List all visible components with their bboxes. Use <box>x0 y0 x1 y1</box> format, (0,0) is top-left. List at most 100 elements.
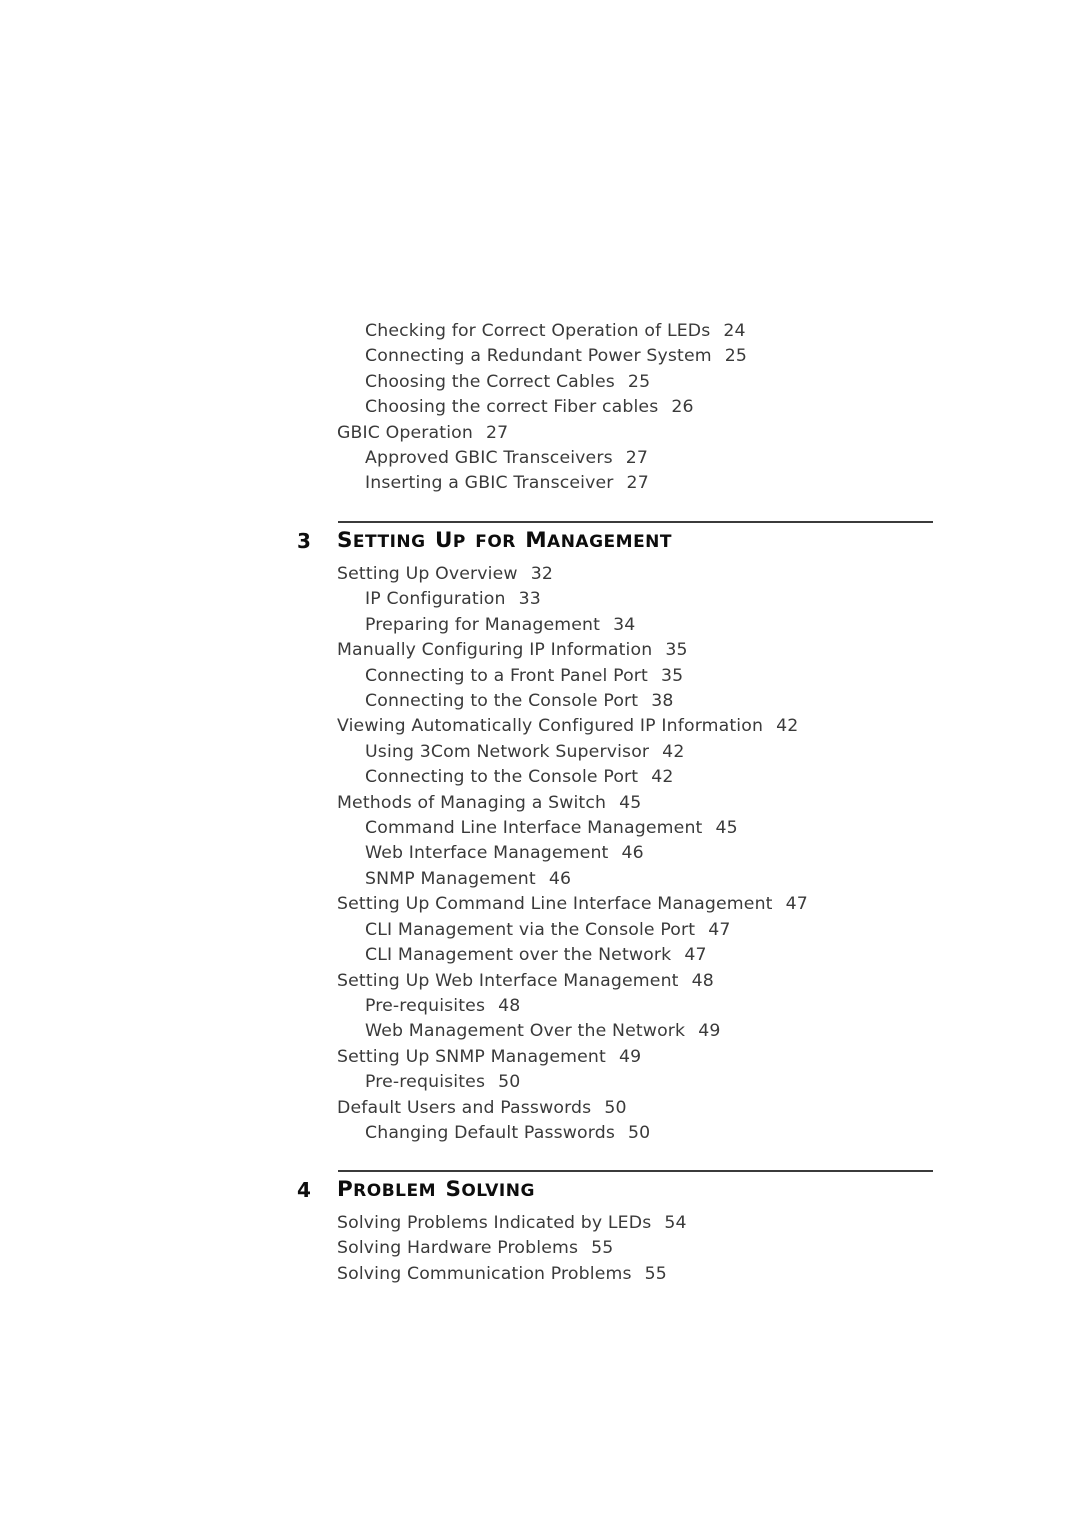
toc-entry[interactable]: Setting Up Command Line Interface Manage… <box>0 892 1080 917</box>
toc-entry-page-number: 45 <box>619 792 642 813</box>
toc-entry[interactable]: Connecting to a Front Panel Port 35 <box>0 664 1080 689</box>
toc-entry-label: Web Management Over the Network <box>365 1021 686 1042</box>
toc-entry-page-number: 46 <box>621 843 644 864</box>
toc-entry[interactable]: Setting Up SNMP Management 49 <box>0 1045 1080 1070</box>
toc-entry[interactable]: CLI Management over the Network 47 <box>0 943 1080 968</box>
toc-entry-label: Web Interface Management <box>365 843 609 864</box>
title-initial-cap: U <box>434 528 453 553</box>
toc-entry-label: Connecting to the Console Port <box>365 767 639 788</box>
toc-entry-label: Methods of Managing a Switch <box>337 792 607 813</box>
toc-entry-label: Choosing the correct Fiber cables <box>365 397 659 418</box>
toc-entry-label: Setting Up Web Interface Management <box>337 970 679 991</box>
title-small-caps: OLVING <box>461 1181 535 1201</box>
toc-entry-page-number: 45 <box>715 818 738 839</box>
toc-entry-label: Connecting to a Front Panel Port <box>365 665 648 686</box>
toc-entry[interactable]: Solving Hardware Problems 55 <box>0 1236 1080 1261</box>
toc-entry-page-number: 35 <box>660 665 684 686</box>
toc-page: Checking for Correct Operation of LEDs 24… <box>0 0 1080 1528</box>
toc-entry-label: Inserting a GBIC Transceiver <box>365 473 614 494</box>
toc-entry-page-number: 49 <box>698 1021 721 1042</box>
toc-entry-page-number: 55 <box>644 1263 667 1284</box>
title-small-caps: FOR <box>475 532 516 552</box>
title-initial-cap: S <box>445 1177 462 1202</box>
title-small-caps: ETTING <box>352 532 426 552</box>
toc-entry-label: GBIC Operation <box>337 422 474 443</box>
title-small-caps: ROBLEM <box>353 1181 437 1201</box>
toc-entry[interactable]: SNMP Management 46 <box>0 867 1080 892</box>
toc-entry-label: Setting Up Command Line Interface Manage… <box>337 894 773 915</box>
toc-entry[interactable]: Web Interface Management 46 <box>0 841 1080 866</box>
toc-entry-page-number: 33 <box>518 589 541 610</box>
toc-entry-label: SNMP Management <box>365 868 536 889</box>
toc-entry-label: Preparing for Management <box>365 614 601 635</box>
toc-entry-page-number: 35 <box>665 640 688 661</box>
toc-entry[interactable]: Manually Configuring IP Information 35 <box>0 638 1080 663</box>
title-small-caps: P <box>452 532 466 552</box>
toc-entry[interactable]: Checking for Correct Operation of LEDs 24 <box>0 319 1080 344</box>
toc-entry[interactable]: Solving Problems Indicated by LEDs 54 <box>0 1211 1080 1236</box>
chapter-number: 4 <box>297 1178 311 1202</box>
toc-entry[interactable]: Approved GBIC Transceivers 27 <box>0 446 1080 471</box>
toc-entry[interactable]: Methods of Managing a Switch 45 <box>0 791 1080 816</box>
toc-entry[interactable]: Web Management Over the Network 49 <box>0 1019 1080 1044</box>
toc-entry-page-number: 47 <box>684 945 707 966</box>
toc-entry[interactable]: Inserting a GBIC Transceiver 27 <box>0 471 1080 496</box>
chapter-title: PROBLEM SOLVING <box>337 1177 535 1202</box>
toc-entry-label: Approved GBIC Transceivers <box>365 448 613 469</box>
toc-entry[interactable]: GBIC Operation 27 <box>0 421 1080 446</box>
toc-entry-label: Connecting a Redundant Power System <box>365 346 712 367</box>
toc-entry-label: Checking for Correct Operation of LEDs <box>365 321 711 341</box>
toc-entry[interactable]: Pre-requisites 48 <box>0 994 1080 1019</box>
toc-entry[interactable]: Connecting to the Console Port 42 <box>0 765 1080 790</box>
toc-entry-page-number: 48 <box>691 970 714 991</box>
toc-entry[interactable]: Default Users and Passwords 50 <box>0 1096 1080 1121</box>
toc-entry[interactable]: Pre-requisites 50 <box>0 1070 1080 1095</box>
toc-entry-label: CLI Management over the Network <box>365 945 672 966</box>
toc-entry-label: Viewing Automatically Configured IP Info… <box>337 716 764 737</box>
toc-entry-page-number: 49 <box>618 1046 642 1067</box>
toc-entry-page-number: 50 <box>604 1097 627 1118</box>
toc-entry-page-number: 50 <box>498 1072 521 1093</box>
chapter-rule <box>338 1170 933 1172</box>
toc-entry-label: Changing Default Passwords <box>365 1122 616 1143</box>
toc-entry[interactable]: CLI Management via the Console Port 47 <box>0 918 1080 943</box>
title-initial-cap: M <box>525 528 548 553</box>
toc-entry[interactable]: Using 3Com Network Supervisor 42 <box>0 740 1080 765</box>
toc-entry-page-number: 24 <box>723 321 746 341</box>
chapter-title: SETTING UP FOR MANAGEMENT <box>337 528 672 553</box>
toc-entry-page-number: 34 <box>613 614 636 635</box>
toc-entry[interactable]: Choosing the correct Fiber cables 26 <box>0 395 1080 420</box>
toc-entry-page-number: 55 <box>591 1238 614 1259</box>
toc-entry[interactable]: Changing Default Passwords 50 <box>0 1121 1080 1146</box>
chapter-number: 3 <box>297 529 311 553</box>
toc-entry-label: Command Line Interface Management <box>365 818 703 839</box>
toc-entry-label: Pre-requisites <box>365 995 486 1016</box>
title-space <box>516 528 525 553</box>
toc-entry-page-number: 42 <box>651 767 674 788</box>
toc-entry-page-number: 54 <box>664 1213 687 1233</box>
toc-entry[interactable]: Setting Up Web Interface Management 48 <box>0 969 1080 994</box>
toc-entry[interactable]: Preparing for Management 34 <box>0 613 1080 638</box>
toc-entry[interactable]: Setting Up Overview 32 <box>0 562 1080 587</box>
toc-entry-page-number: 26 <box>671 397 694 418</box>
toc-entry[interactable]: IP Configuration 33 <box>0 587 1080 612</box>
toc-section-continued: Checking for Correct Operation of LEDs 24… <box>0 319 1080 497</box>
title-space <box>466 528 475 553</box>
toc-entry[interactable]: Solving Communication Problems 55 <box>0 1262 1080 1287</box>
toc-entry[interactable]: Viewing Automatically Configured IP Info… <box>0 714 1080 739</box>
toc-entry-label: Manually Configuring IP Information <box>337 640 653 661</box>
toc-entry[interactable]: Choosing the Correct Cables 25 <box>0 370 1080 395</box>
title-small-caps: ANAGEMENT <box>547 532 673 552</box>
toc-entry-page-number: 47 <box>708 919 731 940</box>
toc-entry-page-number: 46 <box>548 868 572 889</box>
toc-entry-page-number: 32 <box>530 564 553 584</box>
toc-entry-page-number: 25 <box>627 371 651 392</box>
toc-entry-page-number: 25 <box>724 346 748 367</box>
toc-entry-page-number: 38 <box>651 691 674 712</box>
title-space <box>426 528 435 553</box>
toc-entry[interactable]: Connecting to the Console Port 38 <box>0 689 1080 714</box>
toc-entry-page-number: 47 <box>785 894 808 915</box>
toc-entry[interactable]: Connecting a Redundant Power System 25 <box>0 344 1080 369</box>
toc-section-chapter-4: Solving Problems Indicated by LEDs 54 Solv… <box>0 1211 1080 1287</box>
toc-entry[interactable]: Command Line Interface Management 45 <box>0 816 1080 841</box>
